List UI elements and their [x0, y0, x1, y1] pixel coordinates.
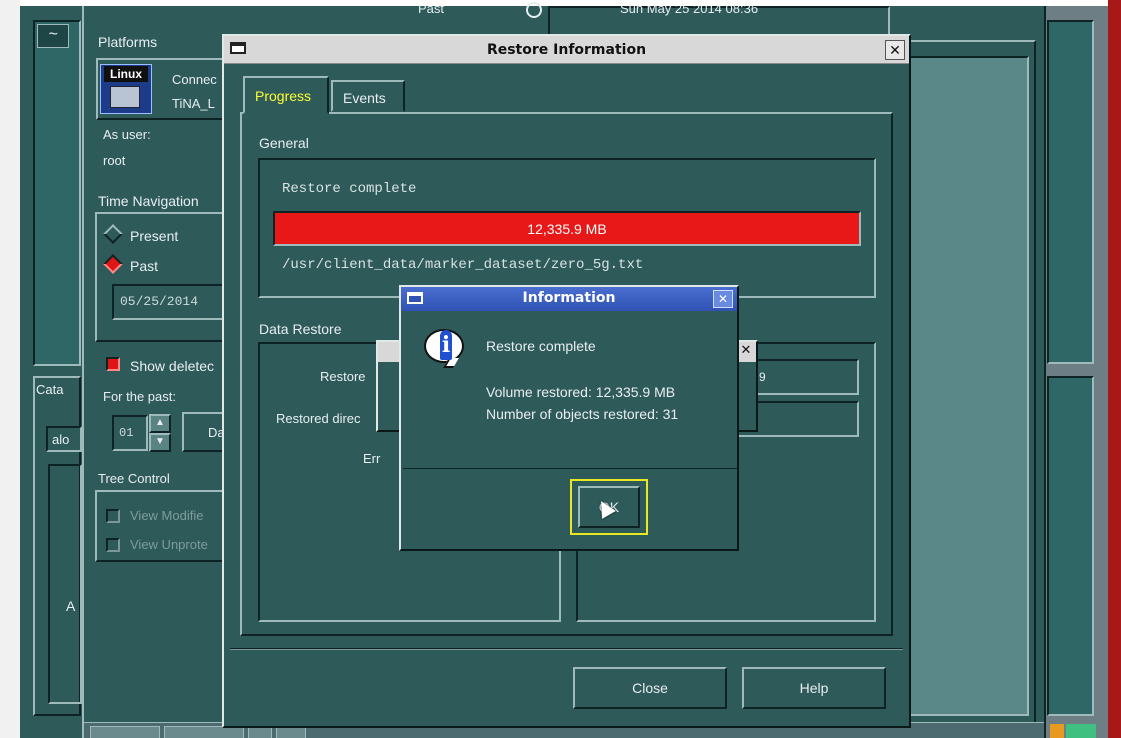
information-title: Information	[522, 290, 616, 306]
for-the-past-label: For the past:	[103, 389, 176, 404]
restore-dialog-title: Restore Information	[486, 42, 647, 58]
present-label[interactable]: Present	[130, 228, 178, 244]
information-close-icon[interactable]: ✕	[713, 290, 733, 308]
past-label[interactable]: Past	[130, 258, 158, 274]
view-unprotected-label[interactable]: View Unprote	[130, 537, 208, 552]
computer-icon	[110, 86, 140, 108]
left-inner-box	[48, 464, 82, 704]
tab-events[interactable]: Events	[331, 80, 405, 112]
information-message: Restore complete	[486, 338, 596, 354]
view-unprotected-checkbox[interactable]	[106, 538, 120, 552]
spin-down-icon[interactable]: ▼	[149, 433, 171, 452]
desktop-right-edge	[1108, 0, 1121, 738]
days-button[interactable]: Da	[182, 412, 226, 452]
volume-restored-text: Volume restored: 12,335.9 MB	[486, 384, 676, 400]
platform-status: Connec	[172, 72, 217, 87]
left-top-panel	[33, 20, 81, 366]
right-panel	[905, 56, 1029, 716]
restored-directory-label: Restored direc	[276, 411, 361, 426]
time-navigation-label: Time Navigation	[98, 193, 199, 209]
errors-label: Err	[363, 451, 381, 466]
top-date-text: Sun May 25 2014 08:36	[620, 6, 759, 16]
info-icon-glyph: i	[440, 330, 452, 360]
alo-field[interactable]: alo	[46, 426, 82, 452]
tray-green-indicator[interactable]	[1066, 724, 1096, 738]
file-path-text: /usr/client_data/marker_dataset/zero_5g.…	[282, 257, 644, 273]
view-modified-label[interactable]: View Modifie	[130, 508, 203, 523]
far-right-bottom-panel	[1047, 376, 1094, 716]
spin-up-icon[interactable]: ▲	[149, 414, 171, 433]
taskbar-item[interactable]	[90, 726, 160, 738]
restore-status-text: Restore complete	[282, 181, 417, 197]
show-deleted-label[interactable]: Show deletec	[130, 358, 214, 374]
top-past-label: Past	[418, 6, 445, 16]
linux-badge: Linux	[104, 66, 148, 82]
as-user-label: As user:	[103, 127, 151, 142]
view-modified-checkbox[interactable]	[106, 509, 120, 523]
restored-label: Restore	[320, 369, 366, 384]
tree-control-label: Tree Control	[98, 471, 170, 486]
tray-orange-indicator[interactable]	[1050, 724, 1064, 738]
general-label: General	[259, 135, 309, 151]
data-restore-label: Data Restore	[259, 321, 342, 337]
background-close-icon[interactable]: ✕	[738, 342, 754, 360]
platforms-label: Platforms	[98, 34, 158, 50]
help-button[interactable]: Help	[742, 667, 886, 709]
progress-text: 12,335.9 MB	[527, 221, 607, 237]
clock-icon	[526, 2, 542, 18]
tab-progress[interactable]: Progress	[243, 76, 329, 114]
dialog-separator	[230, 648, 903, 650]
for-past-spin-field[interactable]: 01	[112, 415, 148, 451]
date-field[interactable]: 05/25/2014	[112, 284, 226, 320]
catalog-tab[interactable]: Cata	[36, 382, 63, 397]
user-value: root	[103, 153, 126, 168]
far-right-top-panel	[1047, 20, 1094, 364]
app-logo-icon[interactable]: ~	[37, 24, 69, 48]
platform-name: TiNA_L	[172, 96, 215, 111]
close-button[interactable]: Close	[573, 667, 727, 709]
left-a-label: A	[66, 598, 76, 614]
objects-restored-text: Number of objects restored: 31	[486, 406, 679, 422]
desktop-left-edge	[0, 0, 20, 738]
restore-close-icon[interactable]: ✕	[885, 40, 905, 60]
show-deleted-checkbox[interactable]	[106, 357, 120, 371]
